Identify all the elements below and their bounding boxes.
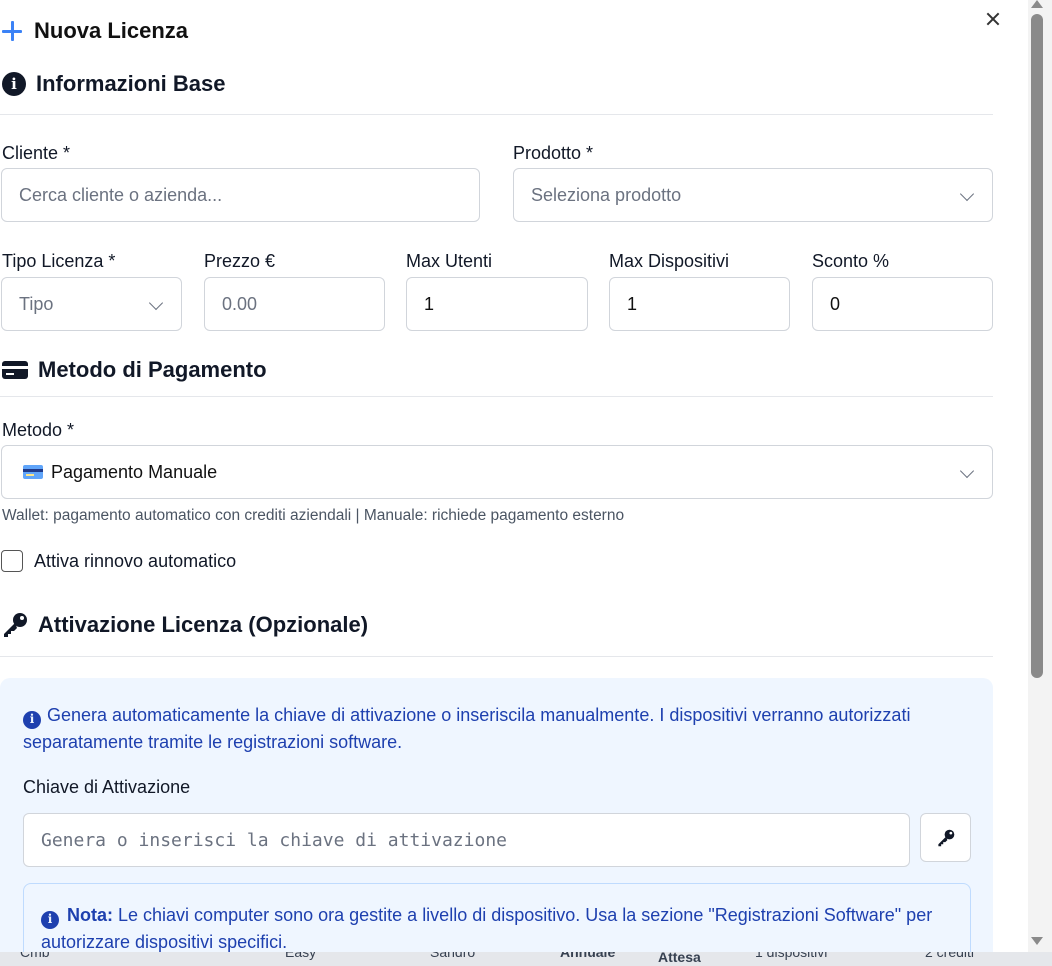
- note-text: Le chiavi computer sono ora gestite a li…: [41, 905, 933, 952]
- close-icon[interactable]: [982, 8, 1004, 30]
- section-activation-header: Attivazione Licenza (Opzionale): [2, 612, 368, 638]
- activation-key-label: Chiave di Attivazione: [23, 777, 191, 797]
- max-dispositivi-label: Max Dispositivi: [609, 251, 730, 271]
- divider: [0, 656, 993, 657]
- divider: [0, 114, 993, 115]
- sconto-label: Sconto %: [812, 251, 890, 271]
- credit-card-icon: [23, 465, 43, 479]
- activation-key-placeholder: Genera o inserisci la chiave di attivazi…: [41, 829, 507, 851]
- info-icon: i: [41, 910, 59, 929]
- section-payment-header: Metodo di Pagamento: [2, 357, 267, 383]
- chevron-down-icon: [148, 295, 164, 311]
- max-utenti-input[interactable]: 1: [406, 277, 588, 331]
- max-dispositivi-input[interactable]: 1: [609, 277, 790, 331]
- sconto-value: 0: [830, 293, 841, 314]
- prodotto-placeholder: Seleziona prodotto: [531, 184, 682, 205]
- metodo-select[interactable]: Pagamento Manuale: [1, 445, 993, 499]
- key-icon: [937, 829, 954, 846]
- background-table-row: Cmb Easy Sandro Annuale Attesa 1 disposi…: [0, 950, 1052, 966]
- chevron-down-icon: [959, 186, 975, 202]
- tipo-licenza-select[interactable]: Tipo: [1, 277, 182, 331]
- prezzo-label: Prezzo €: [204, 251, 276, 271]
- rinnovo-label[interactable]: Attiva rinnovo automatico: [34, 551, 236, 572]
- new-license-modal: Nuova Licenza i Informazioni Base Client…: [0, 0, 1028, 952]
- sconto-input[interactable]: 0: [812, 277, 993, 331]
- modal-header: Nuova Licenza: [2, 16, 188, 46]
- max-utenti-label: Max Utenti: [406, 251, 493, 271]
- max-utenti-value: 1: [424, 293, 435, 314]
- activation-key-input[interactable]: Genera o inserisci la chiave di attivazi…: [23, 813, 910, 867]
- scroll-up-arrow-icon[interactable]: [1031, 0, 1043, 8]
- activation-info: i Genera automaticamente la chiave di att…: [23, 702, 973, 756]
- key-icon: [4, 613, 27, 637]
- cliente-label: Cliente *: [2, 143, 71, 163]
- tipo-placeholder: Tipo: [19, 293, 54, 314]
- modal-title: Nuova Licenza: [34, 18, 189, 43]
- plus-icon: [2, 21, 22, 41]
- tipo-licenza-label: Tipo Licenza *: [2, 251, 116, 271]
- cliente-placeholder: Cerca cliente o azienda...: [19, 184, 223, 205]
- prodotto-select[interactable]: Seleziona prodotto: [513, 168, 993, 222]
- scroll-down-arrow-icon[interactable]: [1031, 937, 1043, 945]
- metodo-value: Pagamento Manuale: [51, 461, 218, 482]
- divider: [0, 396, 993, 397]
- scrollbar-thumb[interactable]: [1031, 14, 1043, 678]
- info-icon: i: [2, 72, 26, 96]
- credit-card-icon: [2, 361, 28, 379]
- section-title: Metodo di Pagamento: [38, 357, 267, 382]
- note-title: Nota:: [67, 905, 113, 925]
- activation-note: i Nota: Le chiavi computer sono ora gesti…: [23, 883, 971, 952]
- activation-info-text: Genera automaticamente la chiave di atti…: [23, 705, 911, 752]
- info-icon: i: [23, 710, 41, 729]
- generate-key-button[interactable]: [920, 813, 971, 862]
- prezzo-placeholder: 0.00: [222, 293, 258, 314]
- metodo-label: Metodo *: [2, 420, 75, 440]
- rinnovo-checkbox[interactable]: [1, 550, 23, 572]
- max-dispositivi-value: 1: [627, 293, 638, 314]
- metodo-help-text: Wallet: pagamento automatico con crediti…: [2, 507, 625, 524]
- section-title: Informazioni Base: [36, 71, 226, 96]
- section-base-header: i Informazioni Base: [2, 71, 225, 97]
- bg-cell: Attesa: [658, 950, 701, 965]
- prezzo-input[interactable]: 0.00: [204, 277, 385, 331]
- section-title: Attivazione Licenza (Opzionale): [38, 612, 369, 637]
- chevron-down-icon: [959, 463, 975, 479]
- prodotto-label: Prodotto *: [513, 143, 594, 163]
- cliente-search-input[interactable]: Cerca cliente o azienda...: [1, 168, 480, 222]
